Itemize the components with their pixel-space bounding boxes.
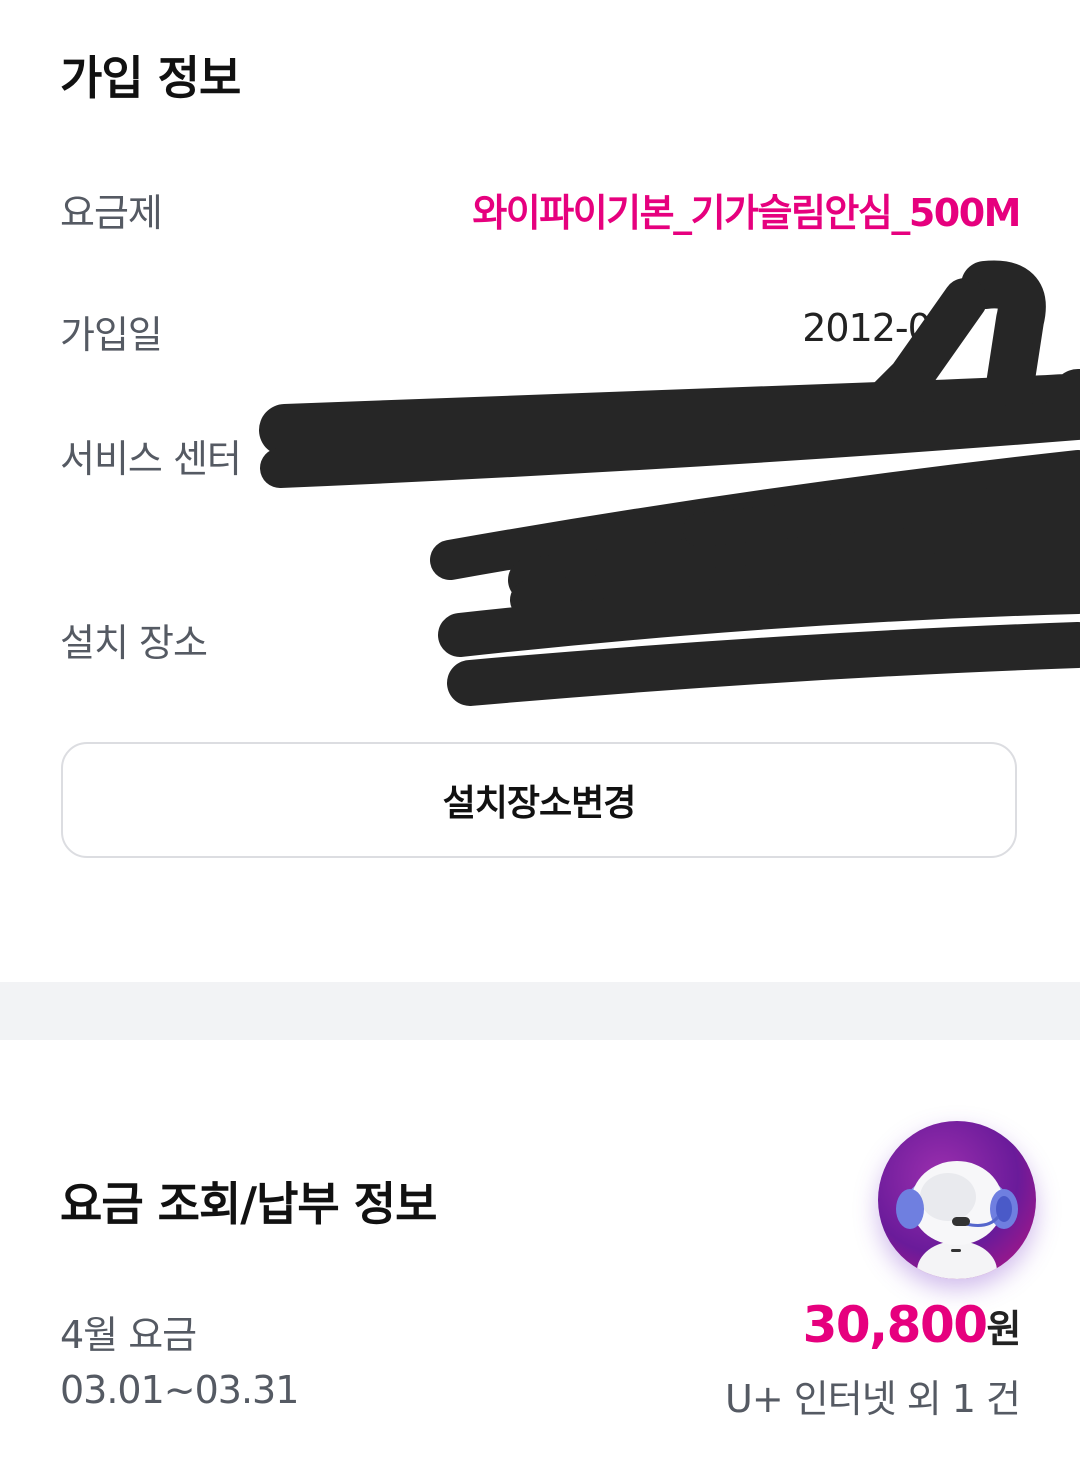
join-date-label: 가입일 <box>60 313 163 357</box>
section-divider <box>0 982 1080 1040</box>
plan-value: 와이파이기본_기가슬림안심_500M <box>472 191 1021 235</box>
join-date-value: 2012-07 <box>802 306 955 350</box>
join-info-title: 가입 정보 <box>60 51 241 105</box>
bill-services-summary: U+ 인터넷 외 1 건 <box>725 1377 1021 1421</box>
bill-period: 03.01~03.31 <box>60 1368 299 1412</box>
bill-amount-unit: 원 <box>986 1307 1022 1351</box>
service-center-label: 서비스 센터 <box>60 437 242 481</box>
change-install-location-button[interactable]: 설치장소변경 <box>61 742 1017 858</box>
bill-amount-value: 30,800 <box>802 1296 988 1354</box>
bill-month-label: 4월 요금 <box>60 1313 197 1357</box>
billing-title: 요금 조회/납부 정보 <box>60 1177 437 1231</box>
plan-label: 요금제 <box>60 191 163 235</box>
page: 가입 정보 요금제 와이파이기본_기가슬림안심_500M 가입일 2012-07… <box>0 0 1080 1462</box>
chatbot-astronaut-icon[interactable] <box>878 1121 1036 1279</box>
bill-amount[interactable]: 30,800원 <box>802 1296 1022 1354</box>
install-location-label: 설치 장소 <box>60 621 208 665</box>
